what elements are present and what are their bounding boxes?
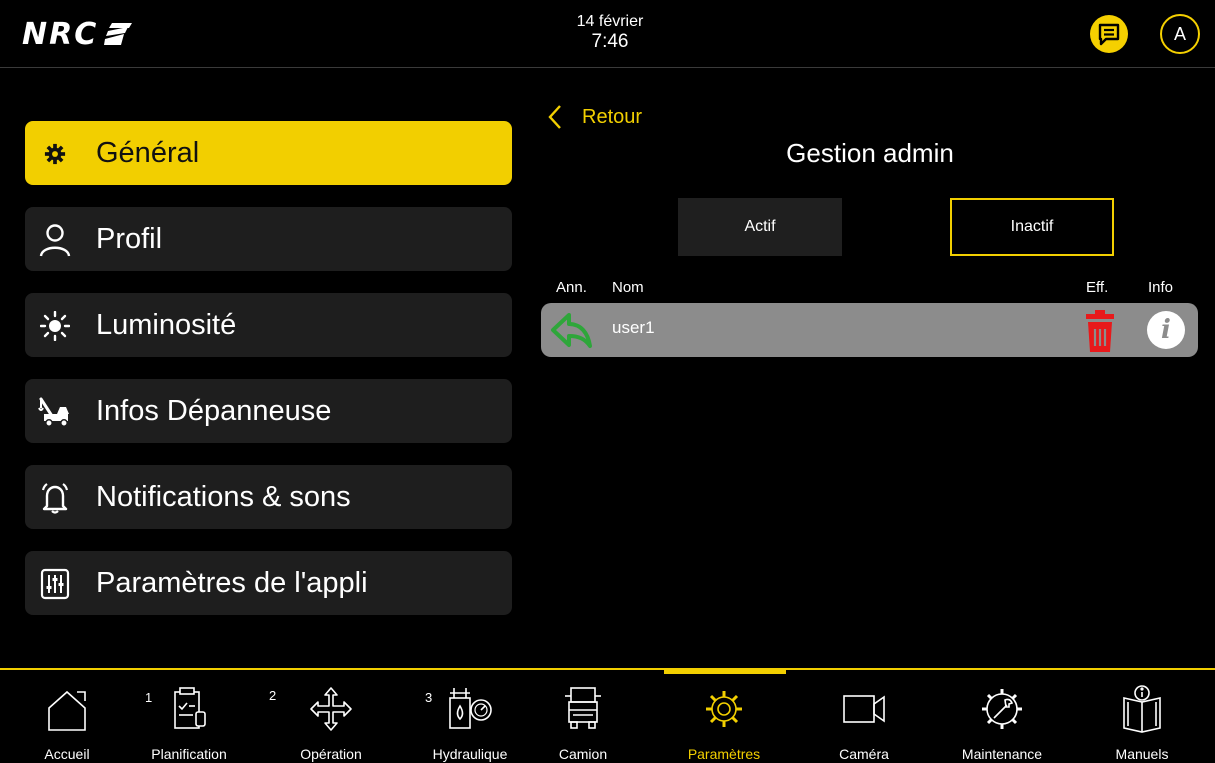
- nav-label: Hydraulique: [432, 746, 508, 762]
- back-button[interactable]: Retour: [548, 104, 642, 130]
- sidebar-item-notifications[interactable]: Notifications & sons: [25, 465, 512, 529]
- info-icon[interactable]: i: [1147, 311, 1185, 349]
- nav-label: Caméra: [839, 746, 889, 762]
- hydraulic-icon: [449, 688, 492, 729]
- sidebar-item-general[interactable]: Général: [25, 121, 512, 185]
- camera-icon: [843, 695, 885, 723]
- nav-item-camion[interactable]: Camion: [523, 670, 643, 763]
- user-name: user1: [612, 318, 655, 337]
- date-label: 14 février: [576, 13, 644, 30]
- move-arrows-icon: [310, 687, 352, 731]
- nav-badge: 1: [145, 690, 153, 705]
- gears-icon: [706, 691, 742, 727]
- sidebar-item-parametres-appli[interactable]: Paramètres de l'appli: [25, 551, 512, 615]
- chevron-left-icon: [548, 105, 561, 129]
- date-time: 14 février 7:46: [540, 12, 680, 52]
- sidebar-item-label: Notifications & sons: [96, 480, 351, 513]
- sidebar-item-luminosite[interactable]: Luminosité: [25, 293, 512, 357]
- nav-badge: 3: [425, 690, 433, 705]
- user-icon: [38, 223, 72, 257]
- nav-label: Camion: [558, 746, 608, 762]
- tab-label: Actif: [744, 218, 776, 235]
- logo-mark-icon: [104, 23, 133, 45]
- avatar-initial: A: [1173, 23, 1186, 44]
- nav-label: Opération: [300, 746, 362, 762]
- sidebar-item-label: Infos Dépanneuse: [96, 394, 332, 427]
- sun-icon: [38, 309, 72, 343]
- nav-label: Paramètres: [687, 746, 761, 762]
- tab-inactif[interactable]: Inactif: [950, 198, 1114, 256]
- chat-icon: [1098, 23, 1120, 46]
- logo-text: NRC: [22, 16, 99, 52]
- nav-label: Maintenance: [961, 746, 1043, 762]
- manual-icon: [1123, 685, 1161, 733]
- tab-actif[interactable]: Actif: [678, 198, 842, 256]
- time-label: 7:46: [591, 31, 629, 52]
- table-row: user1 i: [541, 303, 1198, 357]
- nav-item-camera[interactable]: Caméra: [804, 670, 924, 763]
- nav-badge: 2: [269, 688, 277, 703]
- nav-item-maintenance[interactable]: Maintenance: [942, 670, 1062, 763]
- home-icon: [48, 690, 86, 731]
- nav-item-parametres[interactable]: Paramètres: [664, 670, 784, 763]
- sliders-icon: [38, 567, 72, 601]
- restore-icon[interactable]: [549, 311, 593, 354]
- nav-item-planification[interactable]: 1 Planification: [129, 670, 249, 763]
- page-title: Gestion admin: [786, 138, 954, 168]
- column-header-info: Info: [1148, 279, 1174, 296]
- brand-logo: NRC: [22, 16, 133, 52]
- sidebar-item-infos-depanneuse[interactable]: Infos Dépanneuse: [25, 379, 512, 443]
- truck-icon: [565, 687, 601, 729]
- top-bar: NRC 14 février 7:46 A: [0, 0, 1215, 68]
- nav-item-accueil[interactable]: Accueil: [7, 670, 127, 763]
- planning-icon: [174, 687, 206, 729]
- sidebar-item-profil[interactable]: Profil: [25, 207, 512, 271]
- bell-icon: [38, 481, 72, 515]
- tab-label: Inactif: [1010, 218, 1054, 235]
- sidebar-item-label: Profil: [96, 222, 163, 255]
- sidebar-item-label: Luminosité: [96, 308, 237, 341]
- gear-icon: [38, 137, 72, 171]
- column-header-name: Nom: [612, 279, 644, 296]
- column-header-restore: Ann.: [556, 279, 587, 296]
- avatar[interactable]: A: [1160, 14, 1200, 54]
- nav-label: Accueil: [44, 746, 90, 762]
- back-label: Retour: [582, 105, 643, 128]
- nav-item-manuels[interactable]: Manuels: [1082, 670, 1202, 763]
- bottom-nav: Accueil 1 Planification 2 Opération 3 Hy…: [0, 668, 1215, 763]
- nav-label: Planification: [151, 746, 227, 762]
- trash-icon[interactable]: [1084, 310, 1116, 357]
- sidebar-item-label: Paramètres de l'appli: [96, 566, 368, 599]
- chat-button[interactable]: [1090, 15, 1128, 53]
- tow-truck-icon: [38, 395, 72, 429]
- column-header-delete: Eff.: [1086, 279, 1109, 296]
- sidebar-item-label: Général: [96, 136, 200, 169]
- nav-label: Manuels: [1115, 746, 1169, 762]
- nav-item-operation[interactable]: 2 Opération: [269, 670, 391, 763]
- wrench-gear-icon: [982, 689, 1022, 729]
- nav-item-hydraulique[interactable]: 3 Hydraulique: [410, 670, 530, 763]
